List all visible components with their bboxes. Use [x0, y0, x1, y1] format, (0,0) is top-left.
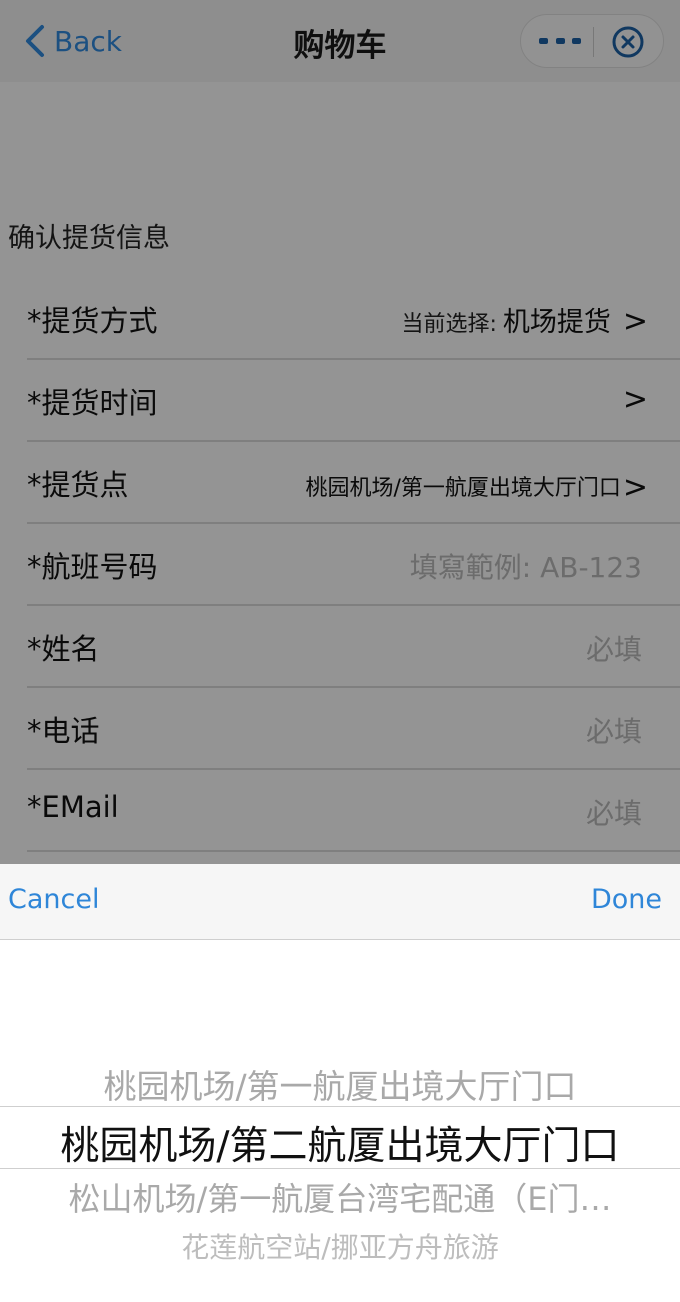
chevron-right-icon: > — [622, 470, 648, 505]
current-selection-hint: 当前选择: — [401, 312, 497, 337]
row-label: *提货点 — [27, 468, 129, 502]
name-input[interactable]: 必填 — [586, 628, 642, 668]
miniprogram-capsule — [520, 14, 664, 68]
chevron-right-icon: > — [622, 304, 648, 339]
picker-sheet: Cancel Done 桃园机场/第一航厦出境大厅门口 桃园机场/第二航厦出境大… — [0, 864, 680, 1302]
flight-number-row[interactable]: *航班号码 填寫範例: AB-123 — [27, 524, 680, 606]
row-label: *提货时间 — [27, 386, 158, 420]
row-label: *电话 — [27, 714, 100, 748]
row-label: *提货方式 — [27, 304, 158, 338]
pickup-method-row[interactable]: *提货方式 当前选择: 机场提货 > — [27, 278, 680, 360]
row-label: *姓名 — [27, 632, 100, 666]
name-row[interactable]: *姓名 必填 — [27, 606, 680, 688]
pickup-point-row[interactable]: *提货点 桃园机场/第一航厦出境大厅门口> — [27, 442, 680, 524]
close-circle-icon[interactable] — [611, 25, 645, 59]
row-label: *航班号码 — [27, 550, 158, 584]
pickup-point-value: 桃园机场/第一航厦出境大厅门口 — [305, 476, 621, 501]
phone-row[interactable]: *电话 必填 — [27, 688, 680, 770]
row-label: *EMail — [27, 790, 119, 824]
navigation-bar: Back 购物车 — [0, 0, 680, 82]
picker-option-selected[interactable]: 桃园机场/第二航厦出境大厅门口 — [0, 1115, 680, 1171]
email-input[interactable]: 必填 — [586, 792, 642, 832]
chevron-right-icon: > — [622, 382, 648, 417]
row-value: > — [611, 382, 648, 417]
more-icon[interactable] — [539, 29, 581, 53]
picker-toolbar: Cancel Done — [0, 864, 680, 940]
picker-option[interactable]: 桃园机场/第一航厦出境大厅门口 — [0, 1060, 680, 1108]
email-row[interactable]: *EMail 必填 — [27, 770, 680, 852]
capsule-divider — [593, 27, 594, 57]
cancel-button[interactable]: Cancel — [8, 884, 99, 915]
picker-option[interactable]: 松山机场/第一航厦台湾宅配通（E门… — [0, 1174, 680, 1220]
flight-number-input[interactable]: 填寫範例: AB-123 — [410, 546, 642, 586]
pickup-time-row[interactable]: *提货时间 > — [27, 360, 680, 442]
section-title: 确认提货信息 — [8, 223, 170, 254]
picker-option[interactable]: 花莲航空站/挪亚方舟旅游 — [0, 1226, 680, 1266]
pickup-form: *提货方式 当前选择: 机场提货 > *提货时间 > *提货点 桃园机场/第一航厦出… — [0, 278, 680, 864]
row-value: 桃园机场/第一航厦出境大厅门口> — [305, 468, 648, 505]
page-content: 确认提货信息 *提货方式 当前选择: 机场提货 > *提货时间 > *提货点 桃园机… — [0, 82, 680, 864]
pickup-method-value: 机场提货 — [502, 307, 611, 338]
row-value: 当前选择: 机场提货 > — [401, 300, 648, 339]
done-button[interactable]: Done — [591, 884, 662, 915]
picker-wheel[interactable]: 桃园机场/第一航厦出境大厅门口 桃园机场/第二航厦出境大厅门口 松山机场/第一航… — [0, 940, 680, 1302]
phone-input[interactable]: 必填 — [586, 710, 642, 750]
